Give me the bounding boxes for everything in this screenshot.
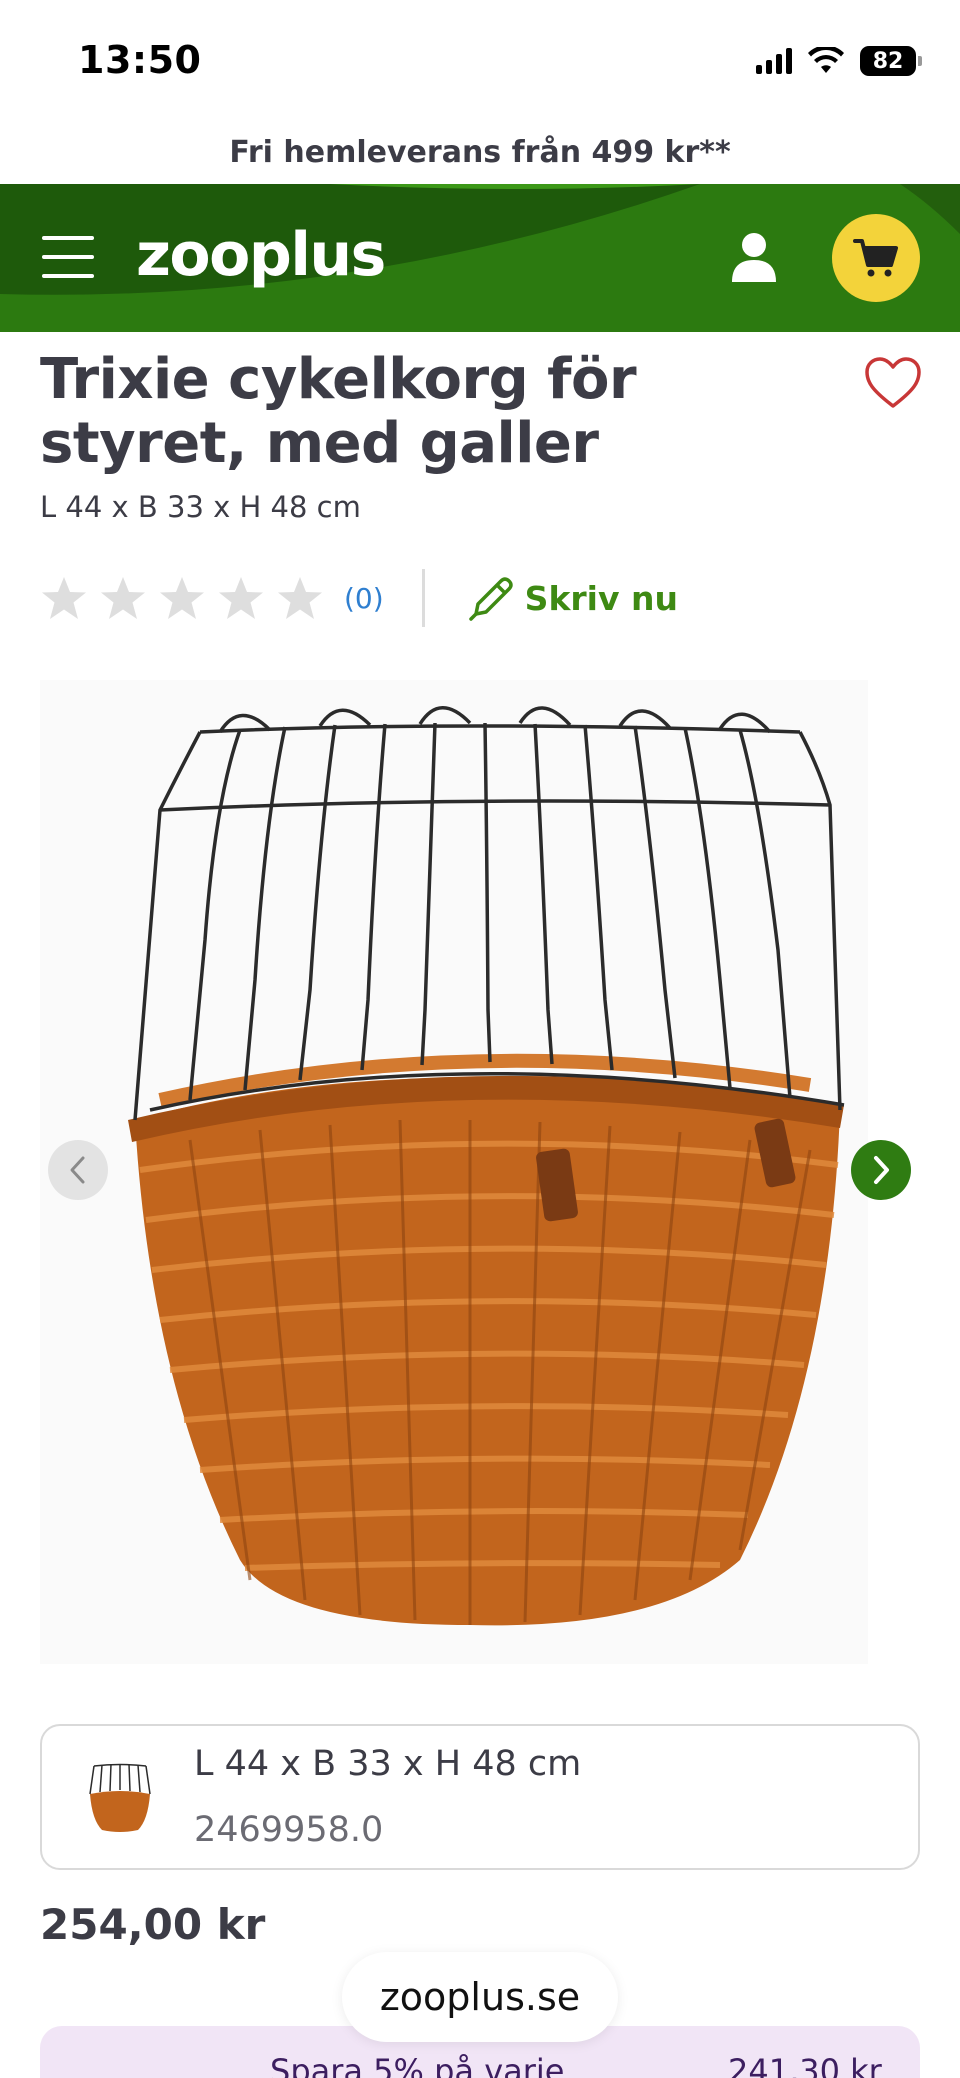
rating-row: (0) Skriv nu: [40, 568, 678, 628]
chevron-left-icon: [70, 1156, 85, 1184]
review-count-link[interactable]: (0): [344, 582, 384, 615]
status-icons: 82: [756, 44, 922, 78]
star-icon: [219, 577, 263, 619]
star-icon: [101, 577, 145, 619]
product-price: 254,00 kr: [40, 1900, 266, 1949]
star-icon: [42, 577, 86, 619]
gallery-prev-button[interactable]: [48, 1140, 108, 1200]
heart-icon[interactable]: [864, 356, 922, 410]
wifi-icon: [808, 47, 844, 73]
zooplus-logo[interactable]: zooplus: [136, 220, 386, 290]
product-image-gallery[interactable]: [40, 680, 868, 1664]
variant-sku: 2469958.0: [194, 1810, 384, 1850]
product-image: [128, 706, 845, 1626]
browser-url-bar[interactable]: zooplus.se: [342, 1952, 618, 2042]
status-time: 13:50: [78, 38, 202, 82]
star-icon: [160, 577, 204, 619]
free-delivery-banner[interactable]: Fri hemleverans från 499 kr**: [0, 120, 960, 184]
product-dimensions: L 44 x B 33 x H 48 cm: [40, 490, 361, 524]
rating-divider: [421, 569, 425, 627]
variant-card[interactable]: L 44 x B 33 x H 48 cm 2469958.0: [40, 1724, 920, 1870]
savings-offer-text: Spara 5% på varje: [270, 2052, 565, 2078]
savings-offer-price: 241,30 kr: [728, 2052, 882, 2078]
status-bar: 13:50 82: [0, 0, 960, 120]
battery-level: 82: [872, 48, 904, 74]
site-header: zooplus: [0, 184, 960, 332]
battery-icon: 82: [860, 46, 922, 76]
write-review-label: Skriv nu: [524, 578, 678, 618]
product-title-line-1: Trixie cykelkorg för: [40, 347, 637, 412]
pencil-icon: [468, 577, 513, 621]
variant-thumbnail: [89, 1763, 151, 1832]
cart-button[interactable]: [832, 214, 920, 302]
account-icon[interactable]: [728, 230, 780, 284]
star-icon: [278, 577, 322, 619]
star-rating[interactable]: [40, 575, 324, 621]
write-review-button[interactable]: Skriv nu: [467, 573, 678, 623]
hamburger-menu-icon[interactable]: [42, 236, 94, 278]
variant-size: L 44 x B 33 x H 48 cm: [194, 1744, 582, 1784]
gallery-next-button[interactable]: [851, 1140, 911, 1200]
cart-icon: [853, 239, 898, 277]
product-title: Trixie cykelkorg för styret, med galler: [40, 348, 760, 476]
product-title-line-2: styret, med galler: [40, 411, 599, 476]
chevron-right-icon: [874, 1156, 889, 1184]
signal-icon: [756, 48, 792, 74]
